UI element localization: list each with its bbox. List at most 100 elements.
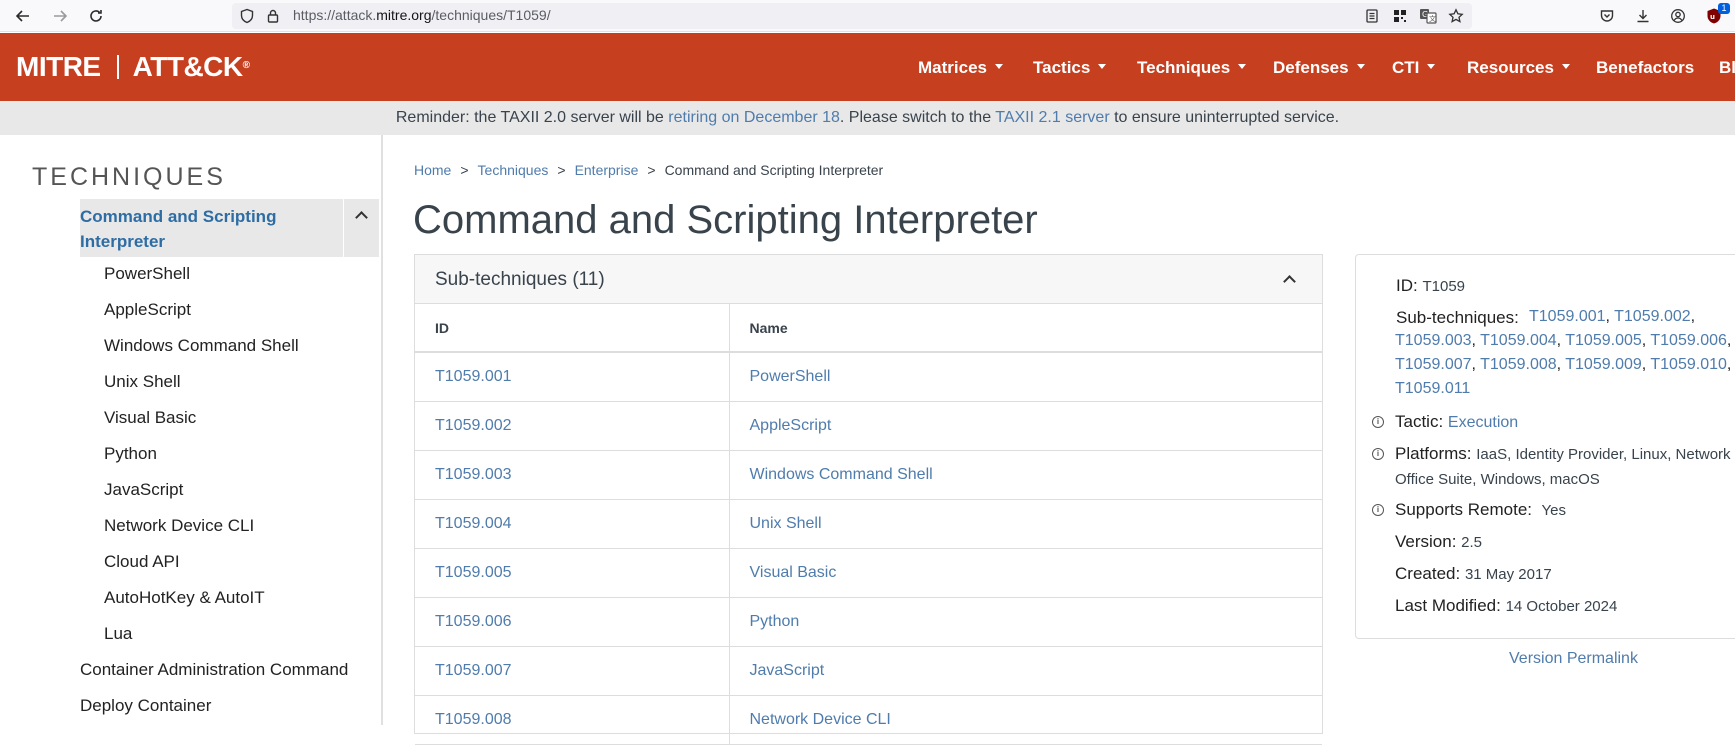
subtechnique-link[interactable]: T1059.010 xyxy=(1650,356,1727,373)
table-cell-id: T1059.001 xyxy=(415,352,729,402)
subtechnique-name-link[interactable]: AppleScript xyxy=(750,417,832,434)
chevron-up-icon[interactable] xyxy=(1283,275,1296,288)
sidebar-subitem-applescript[interactable]: AppleScript xyxy=(104,300,191,320)
nav-cti[interactable]: CTI xyxy=(1392,58,1436,78)
account-icon[interactable] xyxy=(1668,6,1688,26)
subtechnique-id-link[interactable]: T1059.005 xyxy=(435,564,512,581)
breadcrumb-separator: > xyxy=(647,162,656,178)
sidebar-subitem-visual-basic[interactable]: Visual Basic xyxy=(104,408,196,428)
table-row: T1059.006 Python xyxy=(415,597,1322,647)
forward-arrow-icon[interactable] xyxy=(49,6,71,26)
info-icon[interactable]: i xyxy=(1372,448,1384,460)
subtechnique-id-link[interactable]: T1059.004 xyxy=(435,515,512,532)
caret-down-icon xyxy=(1238,64,1247,70)
techniques-sidebar: TECHNIQUES Command and Scripting Interpr… xyxy=(0,135,383,725)
subtechnique-link[interactable]: T1059.009 xyxy=(1565,356,1642,373)
sidebar-subitem-autohotkey[interactable]: AutoHotKey & AutoIT xyxy=(104,588,265,608)
sidebar-subitem-unix-shell[interactable]: Unix Shell xyxy=(104,372,181,392)
subtechnique-name-link[interactable]: Windows Command Shell xyxy=(750,466,933,483)
banner-retiring-link[interactable]: retiring on December 18 xyxy=(668,109,840,126)
info-created-value: 31 May 2017 xyxy=(1464,566,1552,583)
table-cell-id: T1059.008 xyxy=(415,695,729,745)
subtechnique-id-link[interactable]: T1059.001 xyxy=(435,368,512,385)
breadcrumb-techniques[interactable]: Techniques xyxy=(478,162,549,178)
breadcrumb-enterprise[interactable]: Enterprise xyxy=(575,162,639,178)
info-icon[interactable]: i xyxy=(1372,504,1384,516)
subtechnique-id-link[interactable]: T1059.007 xyxy=(435,662,512,679)
info-modified-label: Last Modified: xyxy=(1395,596,1501,615)
nav-matrices[interactable]: Matrices xyxy=(918,58,1003,78)
sidebar-subitem-python[interactable]: Python xyxy=(104,444,157,464)
subtechniques-title: Sub-techniques (11) xyxy=(435,269,605,290)
version-permalink-link[interactable]: Version Permalink xyxy=(1509,650,1638,668)
table-cell-name: Network Device CLI xyxy=(728,695,1322,745)
reader-view-icon[interactable] xyxy=(1362,6,1382,26)
subtechnique-id-link[interactable]: T1059.002 xyxy=(435,417,512,434)
bookmark-star-icon[interactable] xyxy=(1446,6,1466,26)
svg-text:文: 文 xyxy=(1429,14,1436,23)
subtechnique-link[interactable]: T1059.002 xyxy=(1614,308,1691,325)
subtechnique-link[interactable]: T1059.008 xyxy=(1480,356,1557,373)
subtechnique-link[interactable]: T1059.006 xyxy=(1650,332,1727,349)
nav-cti-label: CTI xyxy=(1392,58,1420,77)
subtechnique-link[interactable]: T1059.007 xyxy=(1395,356,1472,373)
banner-taxii21-link[interactable]: TAXII 2.1 server xyxy=(995,109,1109,126)
info-icon[interactable]: i xyxy=(1372,416,1384,428)
nav-resources[interactable]: Resources xyxy=(1467,58,1570,78)
subtechnique-name-link[interactable]: Python xyxy=(750,613,800,630)
table-row: T1059.008 Network Device CLI xyxy=(415,695,1322,745)
nav-blog-label: Bl xyxy=(1719,58,1735,77)
nav-techniques[interactable]: Techniques xyxy=(1137,58,1247,78)
table-cell-id: T1059.007 xyxy=(415,646,729,696)
subtechnique-name-link[interactable]: JavaScript xyxy=(750,662,825,679)
nav-tactics[interactable]: Tactics xyxy=(1033,58,1107,78)
subtechnique-name-link[interactable]: Visual Basic xyxy=(750,564,837,581)
back-arrow-icon[interactable] xyxy=(12,6,34,26)
table-cell-id: T1059.002 xyxy=(415,401,729,451)
banner-text-suffix: to ensure uninterrupted service. xyxy=(1109,109,1340,126)
sidebar-subitem-network-device-cli[interactable]: Network Device CLI xyxy=(104,516,254,536)
url-text[interactable]: https://attack.mitre.org/techniques/T105… xyxy=(293,7,551,23)
subtechnique-name-link[interactable]: PowerShell xyxy=(750,368,831,385)
sidebar-subitem-cloud-api[interactable]: Cloud API xyxy=(104,552,180,572)
extension-badge: 1 xyxy=(1718,3,1730,14)
subtechnique-name-link[interactable]: Unix Shell xyxy=(750,515,822,532)
shield-icon[interactable] xyxy=(237,6,257,26)
reload-icon[interactable] xyxy=(85,6,107,26)
subtechnique-link[interactable]: T1059.004 xyxy=(1480,332,1557,349)
sidebar-subitem-windows-command-shell[interactable]: Windows Command Shell xyxy=(104,336,299,356)
nav-defenses[interactable]: Defenses xyxy=(1273,58,1365,78)
subtechnique-link[interactable]: T1059.001 xyxy=(1529,308,1606,325)
mitre-attack-logo[interactable]: MITRE ATT&CK ® xyxy=(16,51,250,83)
pocket-icon[interactable] xyxy=(1597,6,1617,26)
sidebar-subitem-javascript[interactable]: JavaScript xyxy=(104,480,183,500)
nav-benefactors-label: Benefactors xyxy=(1596,58,1695,77)
sidebar-item-container-admin[interactable]: Container Administration Command xyxy=(80,660,348,680)
taxii-reminder-banner: Reminder: the TAXII 2.0 server will be r… xyxy=(0,101,1735,135)
lock-icon[interactable] xyxy=(263,6,283,26)
table-cell-name: Unix Shell xyxy=(728,499,1322,549)
subtechnique-link[interactable]: T1059.003 xyxy=(1395,332,1472,349)
subtechnique-id-link[interactable]: T1059.003 xyxy=(435,466,512,483)
subtechniques-header[interactable]: Sub-techniques (11) xyxy=(415,255,1322,304)
nav-benefactors[interactable]: Benefactors xyxy=(1596,58,1694,78)
tactic-execution-link[interactable]: Execution xyxy=(1448,414,1518,431)
translate-icon[interactable]: G文 xyxy=(1418,6,1438,26)
qr-code-icon[interactable] xyxy=(1390,6,1410,26)
sidebar-active-label: Command and Scripting Interpreter xyxy=(80,207,277,251)
sidebar-subitem-powershell[interactable]: PowerShell xyxy=(104,264,190,284)
collapse-toggle[interactable] xyxy=(343,199,379,257)
breadcrumb-separator: > xyxy=(557,162,566,178)
subtechnique-link[interactable]: T1059.011 xyxy=(1395,380,1470,397)
breadcrumb-home[interactable]: Home xyxy=(414,162,451,178)
subtechnique-id-link[interactable]: T1059.006 xyxy=(435,613,512,630)
sidebar-item-command-scripting[interactable]: Command and Scripting Interpreter xyxy=(80,199,379,257)
nav-blog[interactable]: Bl xyxy=(1719,58,1735,78)
info-modified-value: 14 October 2024 xyxy=(1505,598,1618,615)
subtechnique-link[interactable]: T1059.005 xyxy=(1565,332,1642,349)
info-subtechnique-links: T1059.001, T1059.002, T1059.003, T1059.0… xyxy=(1395,308,1732,397)
table-cell-name: AppleScript xyxy=(728,401,1322,451)
download-icon[interactable] xyxy=(1633,6,1653,26)
sidebar-item-deploy-container[interactable]: Deploy Container xyxy=(80,696,211,716)
sidebar-subitem-lua[interactable]: Lua xyxy=(104,624,132,644)
